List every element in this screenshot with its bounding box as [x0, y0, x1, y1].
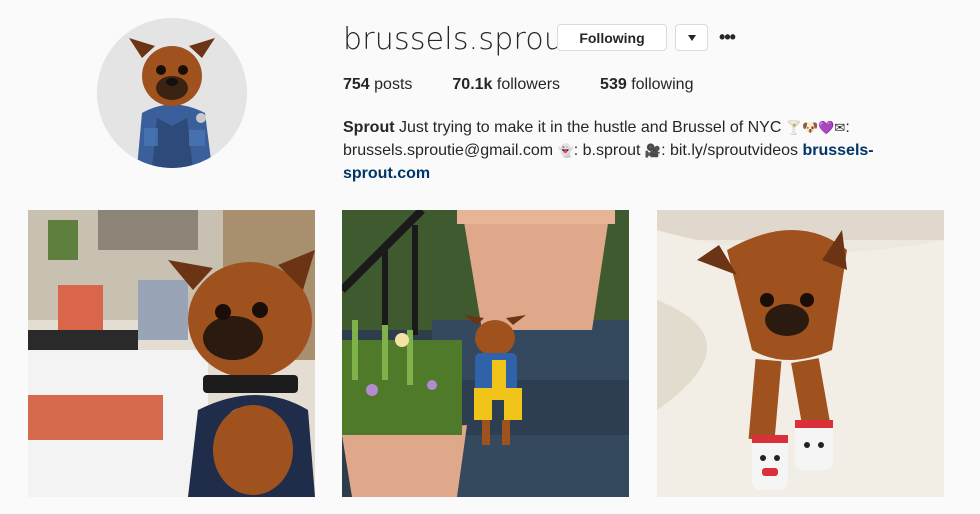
video-camera-icon: 🎥: [644, 143, 662, 158]
profile-username: brussels.sprout: [343, 22, 576, 57]
email-separator: :: [845, 119, 850, 136]
posts-count: 754: [343, 76, 370, 93]
posts-label: posts: [374, 76, 413, 93]
following-count: 539: [600, 76, 627, 93]
posts-stat: 754 posts: [343, 76, 412, 94]
following-button[interactable]: Following: [557, 24, 667, 51]
photo-dog-restaurant-icon: [28, 210, 315, 497]
post-thumbnail-1[interactable]: [28, 210, 315, 497]
caret-down-icon: [687, 34, 696, 41]
bio-snapchat: : b.sprout: [573, 142, 641, 159]
bio-email: brussels.sproutie@gmail.com: [343, 142, 554, 159]
bio-emojis: 🍸🐶💜: [785, 120, 835, 135]
ghost-icon: 👻: [557, 143, 574, 158]
profile-stats: 754 posts 70.1k followers 539 following: [343, 76, 733, 94]
followers-count: 70.1k: [452, 76, 493, 93]
following-stat[interactable]: 539 following: [600, 76, 693, 94]
bio-videos: : bit.ly/sproutvideos: [661, 142, 799, 159]
profile-bio: Sprout Just trying to make it in the hus…: [343, 116, 943, 185]
following-label: following: [631, 76, 694, 93]
envelope-icon: ✉: [834, 120, 846, 135]
avatar-dog-icon: [97, 18, 247, 168]
photo-dog-steps-flowers-icon: [342, 210, 629, 497]
profile-avatar[interactable]: [97, 18, 247, 168]
photo-dog-socks-icon: [657, 210, 944, 497]
bio-text: Just trying to make it in the hustle and…: [399, 119, 782, 136]
post-thumbnail-2[interactable]: [342, 210, 629, 497]
followers-stat[interactable]: 70.1k followers: [452, 76, 560, 94]
more-options-icon[interactable]: •••: [716, 26, 738, 48]
bio-name: Sprout: [343, 119, 395, 136]
profile-page: brussels.sprout Following ••• 754 posts …: [0, 0, 980, 514]
post-thumbnail-3[interactable]: [657, 210, 944, 497]
follow-options-dropdown[interactable]: [675, 24, 708, 51]
followers-label: followers: [496, 76, 561, 93]
